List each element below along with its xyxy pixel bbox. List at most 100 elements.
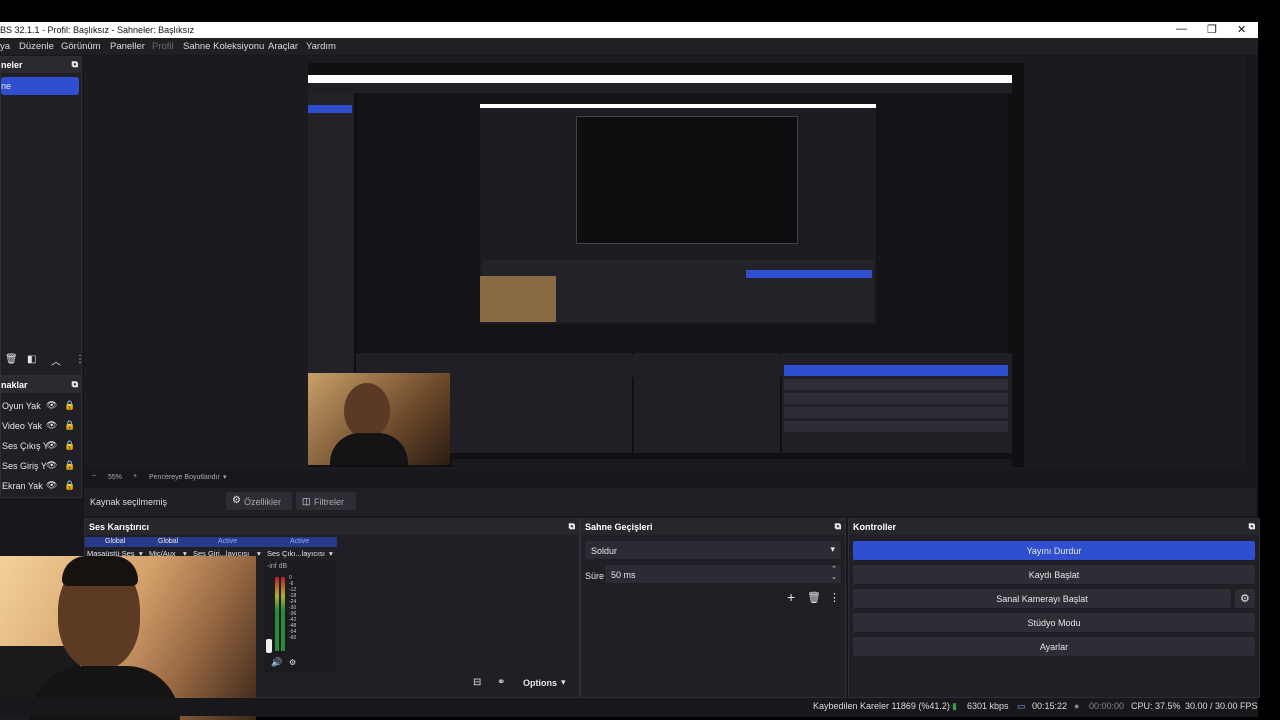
undock-icon[interactable]: ⧉: [72, 59, 78, 70]
undock-icon[interactable]: ⧉: [72, 379, 78, 390]
source-item[interactable]: Video Yak 👁 🔒: [1, 417, 81, 435]
add-icon[interactable]: +: [787, 589, 795, 605]
settings-button[interactable]: Ayarlar: [853, 637, 1255, 656]
menu-edit[interactable]: Düzenle: [19, 41, 54, 52]
nested-studio: [784, 407, 1008, 418]
hair-shape: [62, 556, 138, 586]
nested-scenes: [308, 93, 354, 333]
volume-slider[interactable]: [266, 639, 272, 653]
menu-docks[interactable]: Paneller: [110, 41, 145, 52]
chevron-down-icon[interactable]: ▾: [257, 549, 261, 558]
studio-mode-button[interactable]: Stüdyo Modu: [853, 613, 1255, 632]
transitions-header: Sahne Geçişleri ⧉: [581, 519, 845, 535]
scenes-header: neler ⧉: [1, 57, 81, 73]
menu-help[interactable]: Yardım: [306, 41, 336, 52]
preview-canvas[interactable]: [308, 63, 1024, 467]
nested-menu-bar: [308, 83, 1012, 93]
more-icon[interactable]: ⋮: [829, 591, 840, 604]
filter-icon: ◫: [302, 496, 311, 506]
title-bar: BS 32.1.1 - Profil: Başlıksız - Sahneler…: [0, 22, 1258, 38]
undock-icon[interactable]: ⧉: [1249, 521, 1255, 532]
menu-scene-collection[interactable]: Sahne Koleksiyonu: [183, 41, 264, 52]
options-button[interactable]: Options: [523, 678, 557, 688]
start-recording-button[interactable]: Kaydı Başlat: [853, 565, 1255, 584]
status-bar: Kaybedilen Kareler 11869 (%41.2) ▮ 6301 …: [0, 698, 1258, 716]
filter-icon[interactable]: ◧: [27, 354, 36, 365]
virtual-camera-settings-button[interactable]: ⚙: [1235, 589, 1255, 608]
menu-tools[interactable]: Araçlar: [268, 41, 298, 52]
dropped-frames: Kaybedilen Kareler 11869 (%41.2): [813, 701, 950, 711]
nested-record: [784, 379, 1008, 390]
db-label: -inf dB: [267, 563, 288, 570]
cpu-usage: CPU: 37.5%: [1131, 701, 1181, 711]
chevron-down-icon[interactable]: ▾: [561, 677, 566, 688]
source-item[interactable]: Ses Çıkış Y 👁 🔒: [1, 437, 81, 455]
preview-zoom-bar: − 55% + Pencereye Boyutlandır ▾: [84, 471, 484, 485]
eye-icon[interactable]: 👁: [46, 480, 57, 490]
chevron-down-icon[interactable]: ▾: [329, 549, 333, 558]
stepper-down-icon[interactable]: ⌄: [831, 573, 837, 581]
start-virtual-camera-button[interactable]: Sanal Kamerayı Başlat: [853, 589, 1231, 608]
mixer-header: Ses Karıştırıcı ⧉: [85, 519, 579, 535]
minimize-icon[interactable]: —: [1176, 23, 1187, 35]
gear-icon: ⚙: [232, 495, 241, 506]
stop-streaming-button[interactable]: Yayını Durdur: [853, 541, 1255, 560]
undock-icon[interactable]: ⧉: [569, 521, 575, 532]
no-source-label: Kaynak seçilmemiş: [90, 497, 168, 507]
nested-preview: [358, 93, 1008, 355]
lock-icon[interactable]: 🔒: [64, 480, 75, 490]
undock-icon[interactable]: ⧉: [835, 521, 841, 532]
button-label: Kaydı Başlat: [1028, 570, 1080, 580]
eye-icon[interactable]: 👁: [46, 440, 57, 450]
duration-label: Süre: [585, 571, 605, 581]
lock-icon[interactable]: 🔒: [64, 460, 75, 470]
stepper-up-icon[interactable]: ⌃: [831, 565, 837, 573]
scenes-toolbar: 🗑 ◧ ︿ ⋮: [1, 353, 85, 369]
menu-profile[interactable]: Profil: [152, 41, 174, 52]
properties-button[interactable]: ⚙ Özellikler: [226, 492, 292, 510]
zoom-out-button[interactable]: −: [92, 473, 96, 480]
trash-icon[interactable]: 🗑: [807, 591, 821, 604]
lock-icon[interactable]: 🔒: [64, 400, 75, 410]
chevron-down-icon[interactable]: ▾: [223, 473, 227, 481]
maximize-icon[interactable]: ❐: [1207, 23, 1217, 36]
transition-value: Soldur: [591, 546, 618, 556]
menu-view[interactable]: Görünüm: [61, 41, 101, 52]
layout-icon[interactable]: ⊟: [473, 677, 481, 688]
scene-item[interactable]: ne: [1, 77, 79, 95]
mixer-tags: Global Global Active Active: [85, 537, 337, 547]
source-item[interactable]: Ses Giriş Y 👁 🔒: [1, 457, 81, 475]
nested-status-bar: [452, 459, 1012, 467]
zoom-level: 55%: [108, 474, 123, 481]
button-label: Sanal Kamerayı Başlat: [996, 594, 1088, 604]
eye-icon[interactable]: 👁: [46, 420, 57, 430]
channel-tag: Global: [105, 538, 126, 545]
button-label: Stüdyo Modu: [1027, 618, 1081, 628]
scenes-title: neler: [1, 60, 23, 70]
channel-name[interactable]: Ses Çıkı...layıcısı: [267, 549, 325, 558]
menu-file[interactable]: ya: [0, 41, 10, 52]
eye-icon[interactable]: 👁: [46, 400, 57, 410]
close-icon[interactable]: ✕: [1237, 23, 1246, 36]
lock-icon[interactable]: 🔒: [64, 420, 75, 430]
lock-icon[interactable]: 🔒: [64, 440, 75, 450]
filters-button[interactable]: ◫ Filtreler: [296, 492, 356, 510]
source-label: Oyun Yak: [2, 401, 41, 411]
nested-stop-stream: [784, 365, 1008, 376]
source-item[interactable]: Ekran Yak 👁 🔒: [1, 477, 81, 495]
bitrate: 6301 kbps: [967, 701, 1009, 711]
source-item[interactable]: Oyun Yak 👁 🔒: [1, 397, 81, 415]
chevron-up-icon[interactable]: ︿: [51, 353, 61, 368]
zoom-in-button[interactable]: +: [133, 473, 137, 480]
mixer-channel-strip: -inf dB 0 -6 -12 -18 -24 -30 -36 -42 -48 -54 -60 🔊…: [263, 561, 335, 673]
fit-window-select[interactable]: Pencereye Boyutlandır: [149, 474, 220, 481]
mixer-title: Ses Karıştırıcı: [89, 522, 150, 532]
eye-icon[interactable]: 👁: [46, 460, 57, 470]
menu-bar: ya Düzenle Görünüm Paneller Profil Sahne…: [0, 38, 1258, 55]
speaker-icon[interactable]: 🔊: [271, 657, 282, 668]
trash-icon[interactable]: 🗑: [5, 354, 18, 365]
link-icon[interactable]: ⚭: [497, 677, 505, 688]
settings-icon[interactable]: ⚙: [289, 658, 296, 667]
transition-select[interactable]: Soldur ▾: [585, 541, 841, 559]
duration-input[interactable]: 50 ms ⌃ ⌄: [605, 565, 841, 583]
